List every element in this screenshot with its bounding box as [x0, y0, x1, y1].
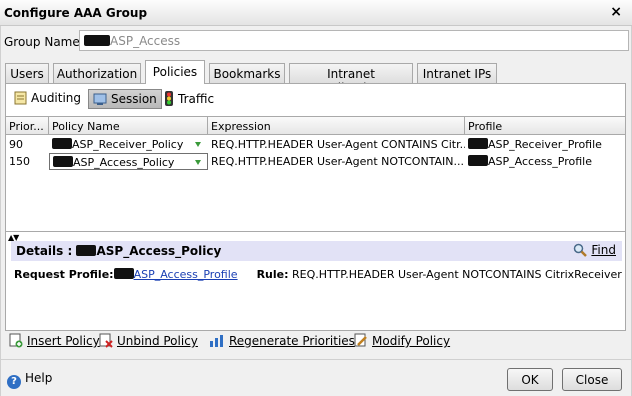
details-body: Request Profile: ASP_Access_Profile Rule:… — [14, 268, 622, 281]
unbind-policy-icon — [99, 333, 113, 351]
redacted-block — [84, 35, 110, 46]
policy-name-cell[interactable]: ASP_Access_Policy — [49, 153, 208, 170]
policy-name-value: ASP_Access_Policy — [73, 156, 175, 169]
redacted-block — [76, 245, 97, 256]
close-button[interactable]: Close — [562, 368, 622, 391]
insert-policy-button[interactable]: Insert Policy — [9, 333, 100, 351]
modify-policy-button[interactable]: Modify Policy — [354, 333, 450, 351]
dropdown-arrow-icon[interactable] — [195, 142, 201, 147]
policies-panel: Auditing Session Traffic Prior... Policy… — [5, 83, 626, 331]
ok-button[interactable]: OK — [507, 368, 553, 391]
tab-bookmarks[interactable]: Bookmarks — [209, 63, 285, 83]
help-label: Help — [25, 371, 53, 385]
column-header-policy-name[interactable]: Policy Name — [49, 117, 208, 135]
regenerate-icon — [209, 333, 225, 351]
group-name-value: ASP_Access — [110, 34, 181, 48]
subtab-auditing[interactable]: Auditing — [10, 89, 85, 109]
column-header-profile[interactable]: Profile — [465, 117, 625, 135]
find-label: Find — [591, 243, 616, 257]
details-prefix: Details : — [16, 244, 73, 258]
subtab-session-label: Session — [111, 92, 157, 106]
insert-policy-label: Insert Policy — [27, 334, 100, 348]
rule-value: REQ.HTTP.HEADER User-Agent NOTCONTAINS C… — [292, 268, 622, 281]
subtab-auditing-label: Auditing — [31, 91, 82, 105]
close-icon[interactable]: × — [610, 4, 622, 20]
tab-authorization[interactable]: Authorization — [53, 63, 141, 83]
redacted-block — [52, 138, 72, 149]
profile-cell: ASP_Receiver_Profile — [465, 136, 625, 153]
subtab-session[interactable]: Session — [88, 89, 162, 109]
modify-policy-label: Modify Policy — [372, 334, 451, 348]
tab-bar: Users Authorization Policies Bookmarks I… — [5, 60, 625, 95]
priority-cell: 90 — [9, 138, 23, 151]
group-name-field[interactable]: ASP_Access — [79, 30, 629, 51]
column-header-expression[interactable]: Expression — [208, 117, 465, 135]
traffic-light-icon — [164, 91, 174, 109]
group-name-label: Group Name* — [4, 35, 86, 49]
priority-cell: 150 — [9, 155, 30, 168]
redacted-block — [113, 268, 134, 279]
subtab-traffic[interactable]: Traffic — [160, 89, 218, 109]
note-icon — [14, 91, 27, 108]
dialog-body: Group Name* ASP_Access Users Authorizati… — [0, 26, 632, 396]
footer-divider — [1, 359, 631, 360]
policy-name-value: ASP_Receiver_Policy — [72, 138, 184, 151]
title-bar: Configure AAA Group × — [0, 0, 632, 26]
column-header-priority[interactable]: Prior... — [6, 117, 49, 135]
dropdown-arrow-icon[interactable] — [195, 160, 201, 165]
rule-label: Rule: — [256, 268, 289, 281]
request-profile-label: Request Profile: — [14, 268, 114, 281]
expression-cell: REQ.HTTP.HEADER User-Agent CONTAINS Citr… — [211, 138, 465, 151]
unbind-policy-button[interactable]: Unbind Policy — [99, 333, 198, 351]
regenerate-priorities-button[interactable]: Regenerate Priorities — [209, 333, 355, 351]
table-row[interactable]: 150 ASP_Access_Policy REQ.HTTP.HEADER Us… — [6, 153, 625, 170]
magnifier-icon — [573, 243, 588, 260]
session-icon — [93, 92, 107, 109]
insert-policy-icon — [9, 333, 23, 351]
profile-cell: ASP_Access_Profile — [465, 153, 625, 170]
redacted-block — [53, 156, 73, 167]
help-button[interactable]: ? Help — [7, 371, 52, 389]
tab-intranet-applications[interactable]: Intranet Applications — [289, 63, 413, 95]
find-button[interactable]: Find — [573, 243, 616, 260]
policy-name-cell[interactable]: ASP_Receiver_Policy — [49, 136, 208, 153]
request-profile-link[interactable]: ASP_Access_Profile — [134, 268, 238, 281]
tab-users[interactable]: Users — [5, 63, 49, 83]
grid-header: Prior... Policy Name Expression Profile — [6, 117, 625, 135]
window-title: Configure AAA Group — [4, 6, 148, 20]
profile-value: ASP_Receiver_Profile — [488, 138, 602, 151]
profile-value: ASP_Access_Profile — [488, 155, 593, 168]
regenerate-priorities-label: Regenerate Priorities — [229, 334, 355, 348]
help-icon: ? — [7, 375, 21, 389]
table-row[interactable]: 90 ASP_Receiver_Policy REQ.HTTP.HEADER U… — [6, 136, 625, 153]
tab-intranet-ips[interactable]: Intranet IPs — [417, 63, 497, 83]
redacted-block — [468, 138, 488, 149]
redacted-block — [468, 155, 488, 166]
unbind-policy-label: Unbind Policy — [117, 334, 198, 348]
modify-policy-icon — [354, 333, 368, 351]
details-bar: Details : ASP_Access_Policy Find — [11, 241, 622, 261]
policy-grid: Prior... Policy Name Expression Profile … — [6, 116, 625, 232]
policy-actions: Insert Policy Unbind Policy Regenerate P… — [9, 333, 629, 353]
expression-cell: REQ.HTTP.HEADER User-Agent NOTCONTAIN... — [211, 155, 465, 168]
tab-policies[interactable]: Policies — [145, 60, 205, 84]
subtab-traffic-label: Traffic — [178, 92, 215, 106]
details-title: Details : ASP_Access_Policy — [16, 244, 221, 258]
details-policy-name: ASP_Access_Policy — [96, 244, 222, 258]
